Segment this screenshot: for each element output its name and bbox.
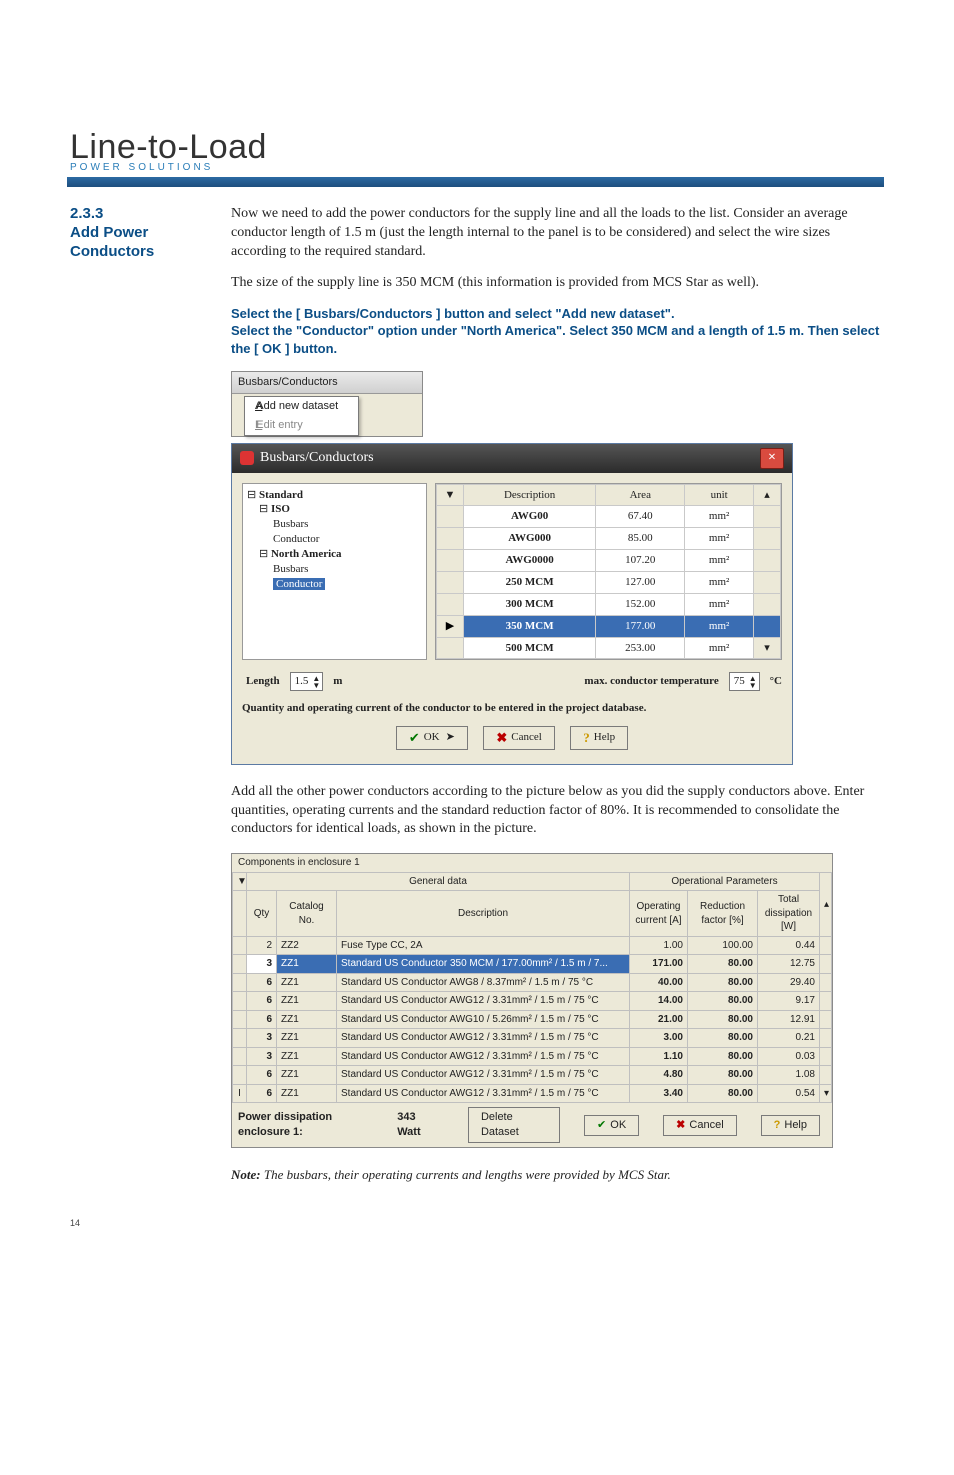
section-number: 2.3.3 (70, 205, 205, 222)
instruction-line-1: Select the [ Busbars/Conductors ] button… (231, 305, 884, 323)
tree-na-conductor[interactable]: Conductor (273, 578, 325, 590)
table-row[interactable]: 3ZZ1Standard US Conductor AWG12 / 3.31mm… (233, 1029, 832, 1048)
app-icon (240, 451, 254, 465)
table-row[interactable]: 2ZZ2Fuse Type CC, 2A1.00100.000.44 (233, 936, 832, 955)
tree-iso-busbars[interactable]: Busbars (273, 518, 308, 530)
table-row[interactable]: 3ZZ1Standard US Conductor 350 MCM / 177.… (233, 955, 832, 974)
dialog-titlebar: Busbars/Conductors × (232, 444, 792, 473)
brand-logo: Line-to-Load POWER SOLUTIONS (70, 130, 884, 173)
context-menu: AAdd new dataset EEdit entry (244, 396, 359, 436)
brand-subtitle: POWER SOLUTIONS (70, 162, 884, 173)
section-title: Add Power Conductors (70, 224, 205, 262)
ok-button[interactable]: ✔OK➤ (396, 726, 468, 750)
grid-row[interactable]: 300 MCM152.00mm² (437, 593, 781, 615)
col-group-general: General data (247, 872, 630, 891)
stepper-icon[interactable]: ▲▼ (312, 675, 320, 689)
scroll-up-icon[interactable]: ▴ (820, 872, 832, 936)
screenshot-busbars-dialog: Busbars/Conductors AAdd new dataset EEdi… (231, 371, 884, 764)
grid-corner[interactable]: ▼ (437, 484, 464, 506)
col-description[interactable]: Description (337, 891, 630, 937)
components-title: Components in enclosure 1 (232, 854, 832, 872)
help-button[interactable]: ?Help (761, 1115, 820, 1136)
table-row[interactable]: 3ZZ1Standard US Conductor AWG12 / 3.31mm… (233, 1047, 832, 1066)
instruction-block: Select the [ Busbars/Conductors ] button… (231, 305, 884, 358)
table-row[interactable]: 6ZZ1Standard US Conductor AWG12 / 3.31mm… (233, 992, 832, 1011)
page-number: 14 (70, 1218, 884, 1228)
paragraph-1: Now we need to add the power conductors … (231, 205, 884, 262)
tree-na-busbars[interactable]: Busbars (273, 563, 308, 575)
grid-row[interactable]: AWG0067.40mm² (437, 506, 781, 528)
col-catalog[interactable]: Catalog No. (277, 891, 337, 937)
help-button[interactable]: ?Help (570, 726, 628, 750)
grid-row[interactable]: AWG00085.00mm² (437, 528, 781, 550)
table-row[interactable]: 6ZZ1Standard US Conductor AWG12 / 3.31mm… (233, 1066, 832, 1085)
x-icon: ✖ (496, 729, 507, 747)
menu-add-dataset[interactable]: AAdd new dataset (245, 397, 358, 416)
question-icon: ? (774, 1118, 781, 1133)
col-qty[interactable]: Qty (247, 891, 277, 937)
length-input[interactable]: 1.5 ▲▼ (290, 672, 324, 691)
col-current[interactable]: Operating current [A] (630, 891, 688, 937)
cancel-button[interactable]: ✖Cancel (663, 1115, 736, 1136)
table-row[interactable]: 6ZZ1Standard US Conductor AWG10 / 5.26mm… (233, 1010, 832, 1029)
col-reduction[interactable]: Reduction factor [%] (688, 891, 758, 937)
grid-row[interactable]: ▶350 MCM177.00mm² (437, 615, 781, 637)
paragraph-2: The size of the supply line is 350 MCM (… (231, 274, 884, 293)
check-icon: ✔ (597, 1118, 606, 1133)
brand-title: Line-to-Load (70, 130, 884, 164)
dissipation-value: 343 Watt (397, 1110, 438, 1140)
close-icon[interactable]: × (760, 448, 784, 469)
check-icon: ✔ (409, 729, 420, 747)
brand-bar (67, 177, 884, 187)
screenshot-components-table: Components in enclosure 1 ▼ General data… (231, 853, 833, 1148)
table-row[interactable]: I6ZZ1Standard US Conductor AWG12 / 3.31m… (233, 1084, 832, 1103)
table-row[interactable]: 6ZZ1Standard US Conductor AWG8 / 8.37mm²… (233, 973, 832, 992)
delete-dataset-button[interactable]: Delete Dataset (468, 1107, 560, 1143)
temp-input[interactable]: 75 ▲▼ (729, 672, 760, 691)
scroll-up-icon[interactable]: ▴ (754, 484, 781, 506)
tree-north-america[interactable]: North America (271, 548, 342, 560)
temp-label: max. conductor temperature (584, 674, 718, 689)
conductor-grid[interactable]: ▼ Description Area unit ▴ AWG0067.40mm²A… (435, 483, 782, 661)
grid-header-area[interactable]: Area (596, 484, 685, 506)
length-label: Length (246, 674, 280, 689)
tree-iso-conductor[interactable]: Conductor (273, 533, 319, 545)
col-total[interactable]: Total dissipation [W] (758, 891, 820, 937)
grid-header-unit[interactable]: unit (685, 484, 754, 506)
length-unit: m (333, 674, 342, 689)
instruction-line-2: Select the "Conductor" option under "Nor… (231, 322, 884, 357)
dialog-title: Busbars/Conductors (260, 449, 374, 468)
cursor-icon: ➤ (446, 730, 455, 745)
grid-row[interactable]: 500 MCM253.00mm²▾ (437, 637, 781, 659)
dissipation-label: Power dissipation enclosure 1: (238, 1110, 385, 1140)
note-footer: Note: The busbars, their operating curre… (231, 1166, 884, 1184)
col-group-operational: Operational Parameters (630, 872, 820, 891)
grid-row[interactable]: 250 MCM127.00mm² (437, 572, 781, 594)
ok-button[interactable]: ✔OK (584, 1115, 639, 1136)
temp-unit: °C (770, 674, 782, 689)
grid-row[interactable]: AWG0000107.20mm² (437, 550, 781, 572)
expand-all-icon[interactable]: ▼ (233, 872, 247, 891)
stepper-icon[interactable]: ▲▼ (749, 675, 757, 689)
dropdown-title[interactable]: Busbars/Conductors (232, 372, 422, 394)
tree-iso[interactable]: ISO (271, 503, 290, 515)
tree-standard[interactable]: Standard (259, 489, 303, 501)
paragraph-3: Add all the other power conductors accor… (231, 783, 884, 840)
x-icon: ✖ (676, 1118, 685, 1133)
standards-tree[interactable]: ⊟ Standard ⊟ ISO Busbars Conductor ⊟ Nor… (242, 483, 427, 661)
menu-edit-entry[interactable]: EEdit entry (245, 416, 358, 435)
grid-header-desc[interactable]: Description (464, 484, 596, 506)
question-icon: ? (583, 729, 590, 747)
cancel-button[interactable]: ✖Cancel (483, 726, 554, 750)
dialog-footer-note: Quantity and operating current of the co… (242, 701, 782, 716)
